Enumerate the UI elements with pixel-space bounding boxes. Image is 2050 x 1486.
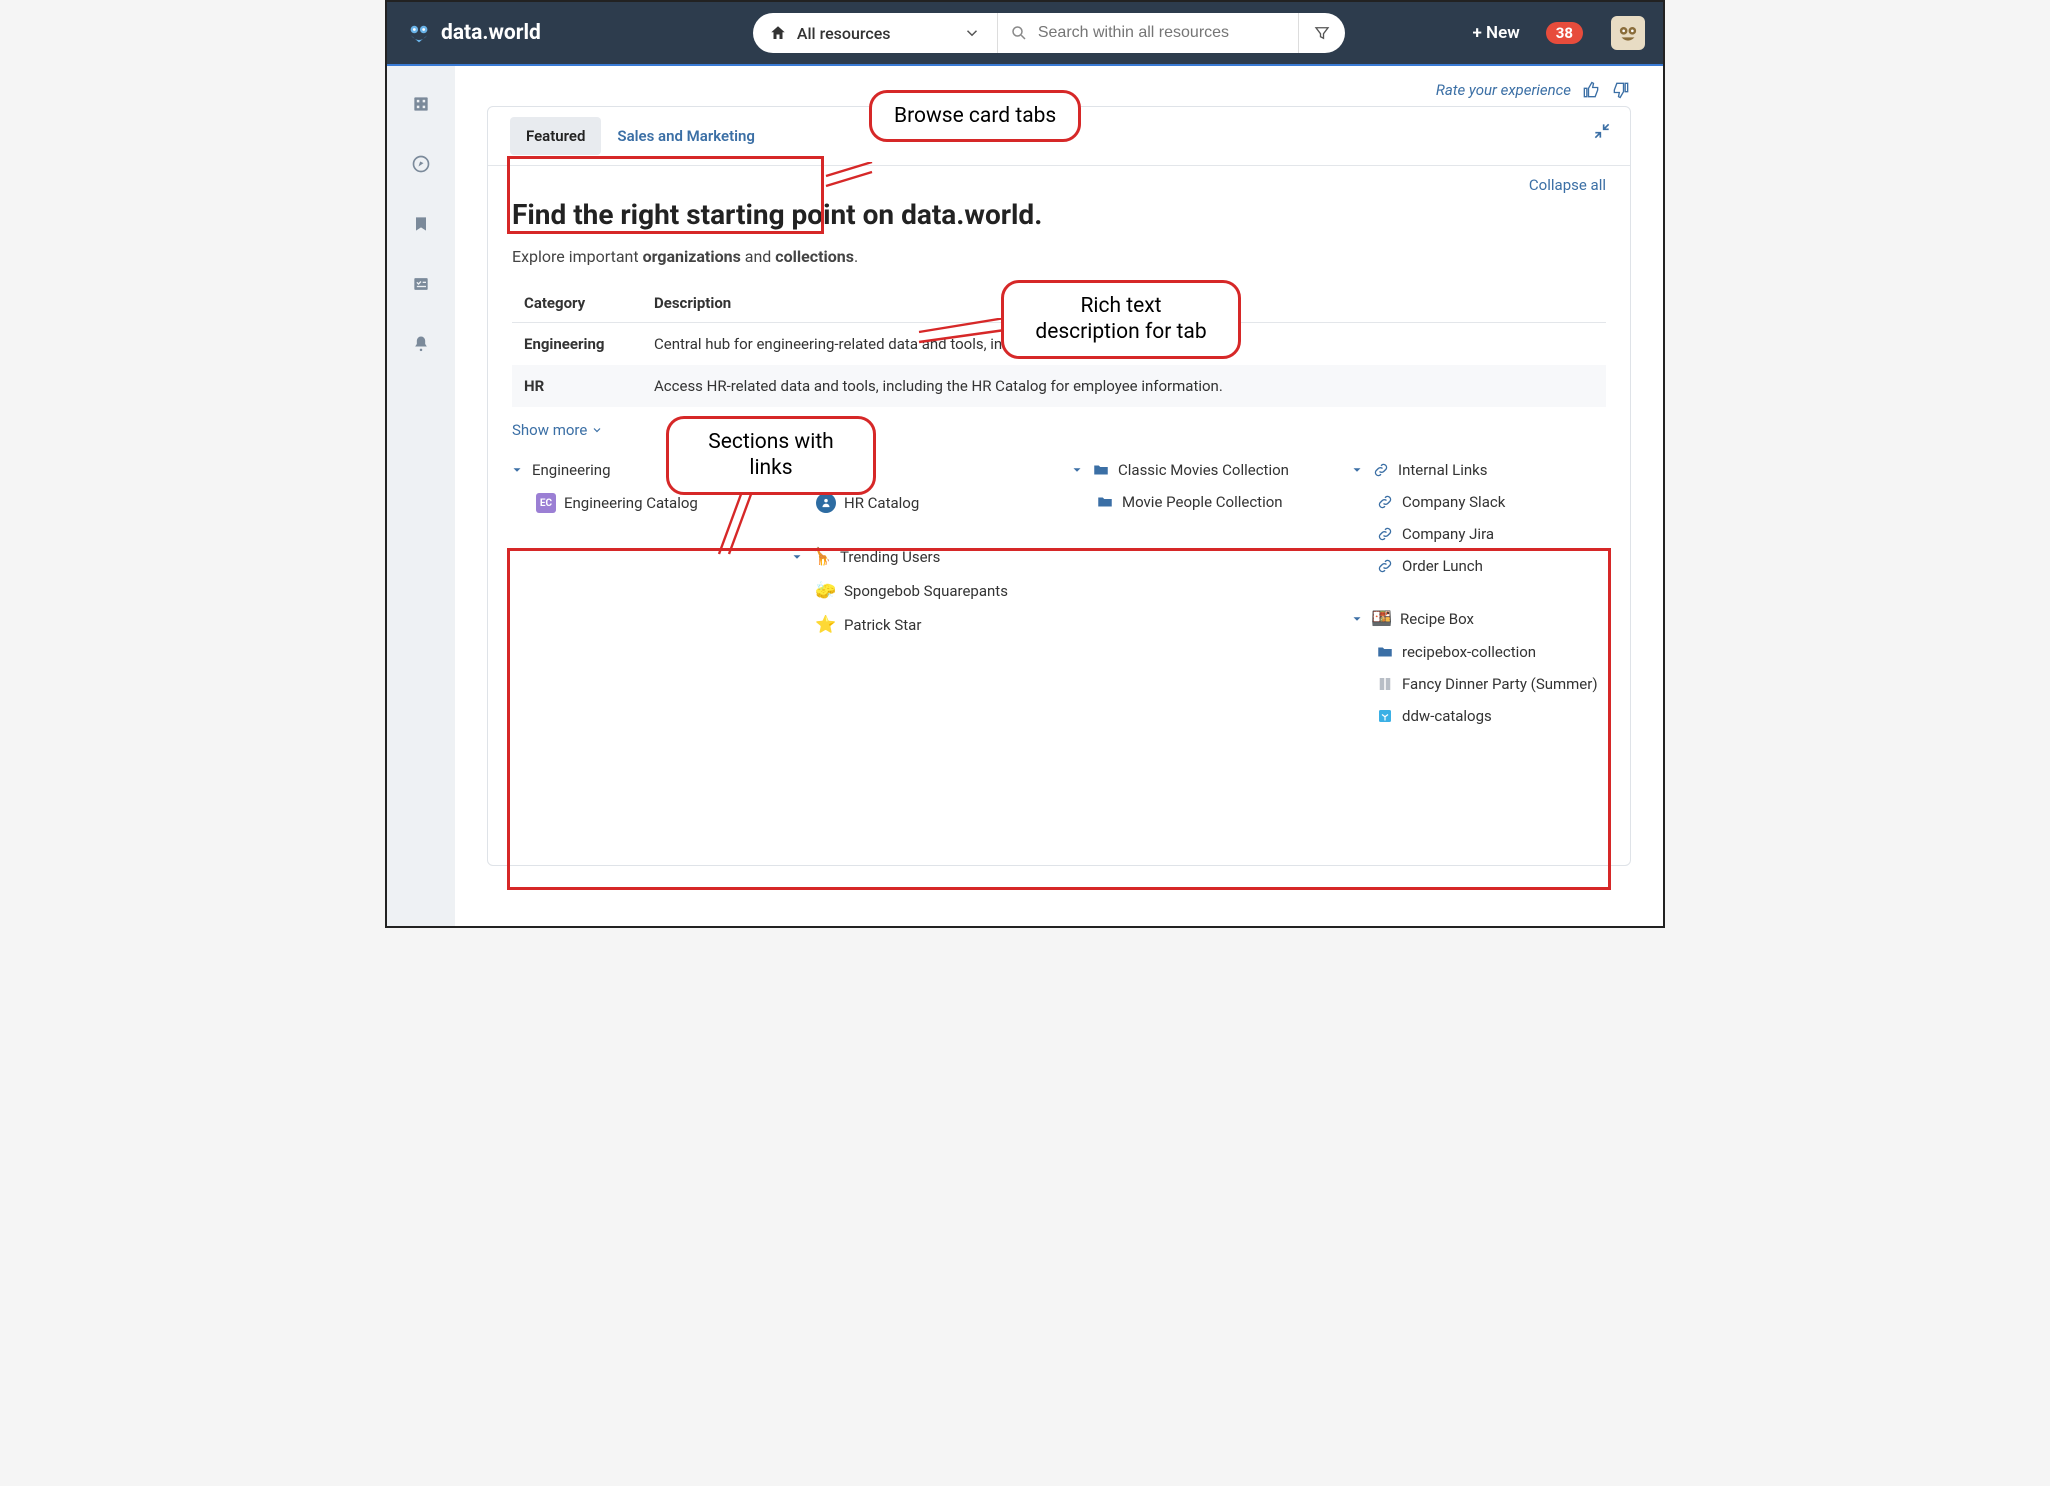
rate-experience-link[interactable]: Rate your experience xyxy=(1436,81,1571,99)
chevron-down-icon xyxy=(591,424,603,436)
user-avatar-icon: 🧽 xyxy=(816,581,836,601)
filter-button[interactable] xyxy=(1298,13,1345,53)
brand-text: data.world xyxy=(441,21,541,45)
tab-featured[interactable]: Featured xyxy=(510,117,601,155)
show-more-link[interactable]: Show more xyxy=(488,407,1630,447)
book-icon xyxy=(1376,675,1394,693)
sections-grid: Engineering EC Engineering Catalog HR xyxy=(488,447,1630,729)
item-fancy-dinner[interactable]: Fancy Dinner Party (Summer) xyxy=(1350,671,1608,697)
item-movie-people[interactable]: Movie People Collection xyxy=(1070,489,1350,515)
search-box[interactable] xyxy=(998,13,1298,53)
folder-icon xyxy=(1096,493,1114,511)
resource-scope-dropdown[interactable]: All resources xyxy=(753,13,998,53)
section-internal-links[interactable]: Internal Links xyxy=(1350,457,1608,483)
tab-sales-marketing[interactable]: Sales and Marketing xyxy=(601,117,771,155)
section-trending-users[interactable]: 🦒 Trending Users xyxy=(790,543,1070,571)
bell-icon[interactable] xyxy=(411,334,431,354)
minimize-icon[interactable] xyxy=(1592,121,1612,141)
table-row: HR Access HR-related data and tools, inc… xyxy=(512,365,1606,407)
main-content: Rate your experience Featured Sales and … xyxy=(455,64,1663,926)
link-icon xyxy=(1376,525,1394,543)
scope-label: All resources xyxy=(797,24,953,43)
trending-icon: 🦒 xyxy=(812,547,832,567)
card-title: Find the right starting point on data.wo… xyxy=(488,198,1630,231)
bookmark-icon[interactable] xyxy=(411,214,431,234)
item-ddw-catalogs[interactable]: ddw-catalogs xyxy=(1350,703,1608,729)
tasks-icon[interactable] xyxy=(411,274,431,294)
home-icon xyxy=(769,24,787,42)
top-navbar: data.world All resources + New 38 xyxy=(387,2,1663,64)
th-category: Category xyxy=(512,284,642,323)
user-avatar-icon: ⭐ xyxy=(816,615,836,635)
avatar-owl-icon xyxy=(1615,20,1641,46)
item-recipebox-collection[interactable]: recipebox-collection xyxy=(1350,639,1608,665)
user-avatar[interactable] xyxy=(1611,16,1645,50)
new-button[interactable]: + New xyxy=(1472,23,1519,43)
thumbs-down-icon[interactable] xyxy=(1611,80,1631,100)
item-order-lunch[interactable]: Order Lunch xyxy=(1350,553,1608,579)
callout-sections: Sections with links xyxy=(666,416,876,495)
chevron-down-icon xyxy=(963,24,981,42)
brand-logo[interactable]: data.world xyxy=(405,19,541,47)
people-icon xyxy=(816,493,836,513)
link-icon xyxy=(1376,493,1394,511)
card-subtitle: Explore important organizations and coll… xyxy=(488,231,1630,278)
section-recipe-box[interactable]: 🍱 Recipe Box xyxy=(1350,605,1608,633)
link-icon xyxy=(1372,461,1390,479)
notification-badge[interactable]: 38 xyxy=(1546,22,1583,44)
search-icon xyxy=(1010,24,1028,42)
item-company-jira[interactable]: Company Jira xyxy=(1350,521,1608,547)
item-user-spongebob[interactable]: 🧽 Spongebob Squarepants xyxy=(790,577,1070,605)
thumbs-up-icon[interactable] xyxy=(1581,80,1601,100)
item-company-slack[interactable]: Company Slack xyxy=(1350,489,1608,515)
chevron-down-icon xyxy=(1070,463,1084,477)
search-input[interactable] xyxy=(1038,24,1286,42)
compass-icon[interactable] xyxy=(411,154,431,174)
callout-browse-tabs: Browse card tabs xyxy=(869,90,1081,142)
folder-icon xyxy=(1376,643,1394,661)
filter-icon xyxy=(1313,24,1331,42)
callout-rich-text: Rich text description for tab xyxy=(1001,280,1241,359)
browse-card: Featured Sales and Marketing Collapse al… xyxy=(487,106,1631,866)
link-icon xyxy=(1376,557,1394,575)
catalog-badge-icon: EC xyxy=(536,493,556,513)
chevron-down-icon xyxy=(790,550,804,564)
item-user-patrick[interactable]: ⭐ Patrick Star xyxy=(790,611,1070,639)
chevron-down-icon xyxy=(1350,463,1364,477)
collapse-all-link[interactable]: Collapse all xyxy=(488,166,1630,194)
recipe-icon: 🍱 xyxy=(1372,609,1392,629)
chevron-down-icon xyxy=(1350,612,1364,626)
chevron-down-icon xyxy=(510,463,524,477)
org-icon[interactable] xyxy=(411,94,431,114)
folder-icon xyxy=(1092,461,1110,479)
owl-logo-icon xyxy=(405,19,433,47)
cube-icon xyxy=(1376,707,1394,725)
browse-tabs: Featured Sales and Marketing xyxy=(510,117,771,155)
left-sidebar xyxy=(387,64,455,926)
section-classic-movies[interactable]: Classic Movies Collection xyxy=(1070,457,1350,483)
